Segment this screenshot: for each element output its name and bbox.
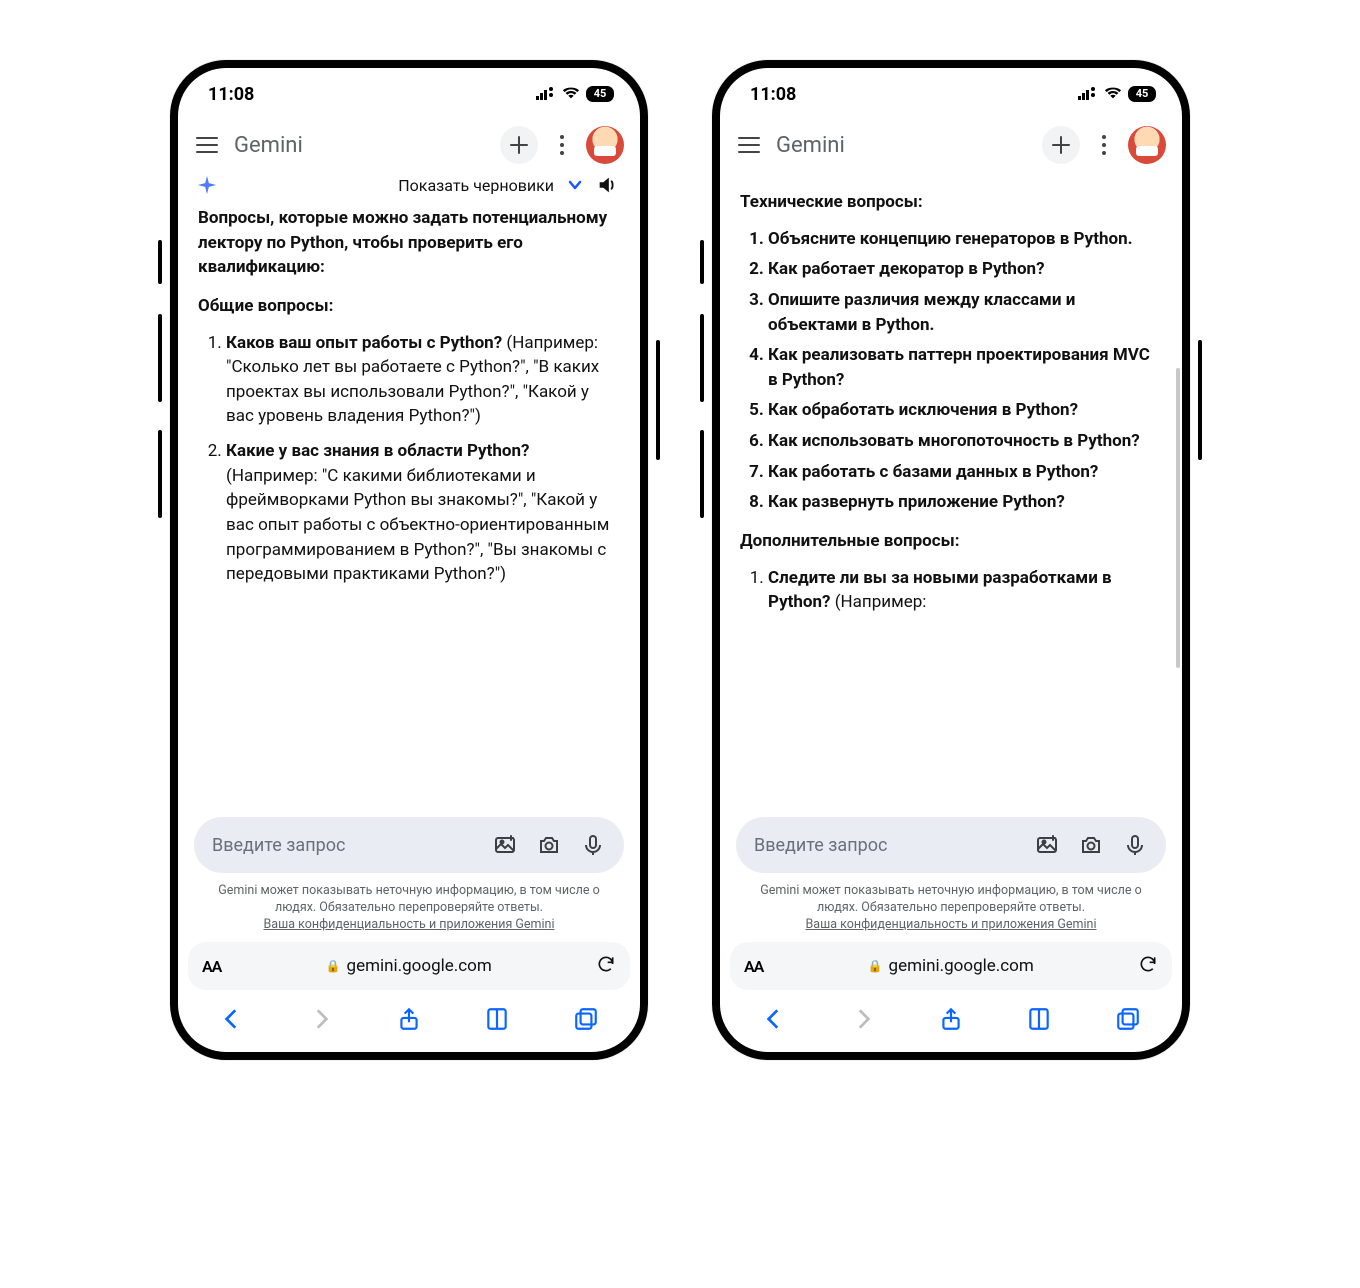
drafts-row: Показать черновики	[178, 170, 640, 206]
reload-icon[interactable]	[596, 954, 616, 978]
message-content: Вопросы, которые можно задать потенциаль…	[178, 206, 640, 809]
cellular-icon	[1078, 84, 1098, 105]
list-item: Каков ваш опыт работы с Python? (Наприме…	[226, 331, 620, 430]
lock-icon: 🔒	[868, 959, 883, 973]
camera-icon[interactable]	[1078, 832, 1104, 858]
privacy-link[interactable]: Ваша конфиденциальность и приложения Gem…	[806, 917, 1097, 932]
status-bar: 11:08 45	[720, 68, 1182, 120]
more-options-button[interactable]	[1090, 131, 1118, 159]
general-questions-list: Каков ваш опыт работы с Python? (Наприме…	[198, 331, 620, 587]
forward-icon	[304, 1002, 338, 1036]
plus-icon	[510, 136, 528, 154]
image-upload-icon[interactable]	[492, 832, 518, 858]
list-item: Какие у вас знания в области Python? (На…	[226, 439, 620, 587]
lock-icon: 🔒	[326, 959, 341, 973]
microphone-icon[interactable]	[1122, 832, 1148, 858]
list-item: Опишите различия между классами и объект…	[768, 288, 1162, 337]
extra-questions-list: Следите ли вы за новыми разработками в P…	[740, 566, 1162, 615]
chevron-down-icon[interactable]	[566, 176, 584, 194]
back-icon[interactable]	[215, 1002, 249, 1036]
section-tech-title: Технические вопросы:	[740, 190, 1162, 215]
chat-input-placeholder: Введите запрос	[754, 835, 1016, 856]
app-bar: Gemini	[720, 120, 1182, 170]
new-chat-button[interactable]	[500, 126, 538, 164]
wifi-icon	[1104, 84, 1122, 105]
phone-frame-right: 11:08 45 Gemini	[712, 60, 1190, 1060]
browser-address-bar[interactable]: AA 🔒 gemini.google.com	[730, 942, 1172, 990]
privacy-link[interactable]: Ваша конфиденциальность и приложения Gem…	[264, 917, 555, 932]
question-sub: (Например: "С какими библиотеками и фрей…	[226, 466, 609, 585]
speaker-icon[interactable]	[596, 174, 618, 196]
status-bar: 11:08 45	[178, 68, 640, 120]
list-item: Как использовать многопоточность в Pytho…	[768, 429, 1162, 454]
tabs-icon[interactable]	[569, 1002, 603, 1036]
list-item: Как развернуть приложение Python?	[768, 490, 1162, 515]
menu-icon[interactable]	[738, 131, 766, 159]
chat-input[interactable]: Введите запрос	[736, 817, 1166, 873]
tech-questions-list: Объясните концепцию генераторов в Python…	[740, 227, 1162, 515]
sparkle-icon	[196, 174, 218, 196]
battery-level: 45	[586, 86, 614, 102]
question-sub: (Например:	[831, 592, 927, 612]
message-content: Технические вопросы: Объясните концепцию…	[720, 170, 1182, 809]
image-upload-icon[interactable]	[1034, 832, 1060, 858]
section-extra-title: Дополнительные вопросы:	[740, 529, 1162, 554]
section-general-title: Общие вопросы:	[198, 294, 620, 319]
question-head: Какие у вас знания в области Python?	[226, 441, 529, 461]
reload-icon[interactable]	[1138, 954, 1158, 978]
new-chat-button[interactable]	[1042, 126, 1080, 164]
list-item: Следите ли вы за новыми разработками в P…	[768, 566, 1162, 615]
chat-input-placeholder: Введите запрос	[212, 835, 474, 856]
list-item: Как обработать исключения в Python?	[768, 398, 1162, 423]
status-time: 11:08	[208, 84, 254, 105]
menu-icon[interactable]	[196, 131, 224, 159]
back-icon[interactable]	[757, 1002, 791, 1036]
app-title: Gemini	[776, 133, 845, 158]
share-icon[interactable]	[392, 1002, 426, 1036]
list-item: Как работает декоратор в Python?	[768, 257, 1162, 282]
chat-input[interactable]: Введите запрос	[194, 817, 624, 873]
camera-icon[interactable]	[536, 832, 562, 858]
forward-icon	[846, 1002, 880, 1036]
app-bar: Gemini	[178, 120, 640, 170]
browser-toolbar	[720, 994, 1182, 1052]
show-drafts-button[interactable]: Показать черновики	[398, 176, 554, 195]
url-host: gemini.google.com	[347, 956, 492, 976]
list-item: Объясните концепцию генераторов в Python…	[768, 227, 1162, 252]
status-time: 11:08	[750, 84, 796, 105]
more-options-button[interactable]	[548, 131, 576, 159]
bookmarks-icon[interactable]	[1022, 1002, 1056, 1036]
url-host: gemini.google.com	[889, 956, 1034, 976]
bookmarks-icon[interactable]	[480, 1002, 514, 1036]
question-head: Каков ваш опыт работы с Python?	[226, 333, 502, 353]
scrollbar[interactable]	[1176, 368, 1180, 668]
tabs-icon[interactable]	[1111, 1002, 1145, 1036]
question-head: Следите ли вы за новыми разработками в P…	[768, 568, 1112, 613]
text-size-button[interactable]: AA	[744, 957, 763, 976]
disclaimer-text: Gemini может показывать неточную информа…	[760, 883, 1141, 915]
intro-text: Вопросы, которые можно задать потенциаль…	[198, 206, 620, 280]
cellular-icon	[536, 84, 556, 105]
list-item: Как работать с базами данных в Python?	[768, 460, 1162, 485]
browser-address-bar[interactable]: AA 🔒 gemini.google.com	[188, 942, 630, 990]
disclaimer: Gemini может показывать неточную информа…	[178, 877, 640, 938]
plus-icon	[1052, 136, 1070, 154]
text-size-button[interactable]: AA	[202, 957, 221, 976]
share-icon[interactable]	[934, 1002, 968, 1036]
list-item: Как реализовать паттерн проектирования M…	[768, 343, 1162, 392]
avatar[interactable]	[1128, 126, 1166, 164]
browser-toolbar	[178, 994, 640, 1052]
battery-level: 45	[1128, 86, 1156, 102]
microphone-icon[interactable]	[580, 832, 606, 858]
phone-frame-left: 11:08 45 Gemini	[170, 60, 648, 1060]
avatar[interactable]	[586, 126, 624, 164]
wifi-icon	[562, 84, 580, 105]
disclaimer-text: Gemini может показывать неточную информа…	[218, 883, 599, 915]
app-title: Gemini	[234, 133, 303, 158]
disclaimer: Gemini может показывать неточную информа…	[720, 877, 1182, 938]
